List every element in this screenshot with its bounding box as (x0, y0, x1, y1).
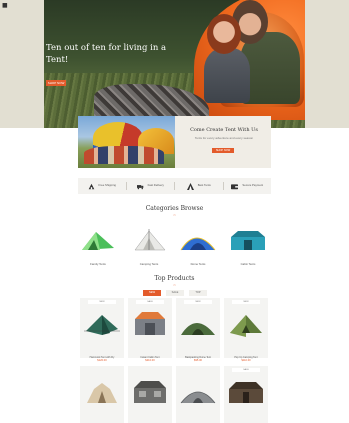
product-card[interactable]: NEW (224, 298, 268, 358)
left-side-panel: ■ (0, 0, 44, 128)
product-info: Instant Cabin Tent $210.00 (140, 356, 160, 362)
product-image (181, 323, 215, 335)
category-cabin-tents[interactable]: Cabin Tents (228, 228, 268, 266)
product-tabs: NEW SALE TOP (132, 290, 218, 296)
category-dome-tents[interactable]: Dome Tents (178, 228, 218, 266)
product-image (180, 391, 216, 404)
product-image (135, 312, 165, 335)
category-family-tents[interactable]: Family Tents (78, 228, 118, 266)
category-image (180, 237, 216, 251)
truck-icon (136, 184, 143, 189)
product-image (84, 315, 120, 335)
hero-shop-button[interactable]: SHOP NOW (46, 80, 66, 86)
menu-dot-icon[interactable]: ■ (2, 2, 8, 9)
feature-item: Best Tents (175, 182, 223, 190)
category-image (231, 231, 265, 250)
product-badge: SALE (232, 368, 260, 372)
product-info: Pop Up Camping Tent $110.00 (234, 356, 258, 362)
product-badge: NEW (232, 300, 260, 304)
tent-icon (186, 182, 194, 190)
tab-top[interactable]: TOP (189, 290, 207, 296)
tab-sale[interactable]: SALE (166, 290, 184, 296)
product-card[interactable]: SALE (224, 366, 268, 423)
product-image (87, 383, 117, 403)
category-image (134, 229, 166, 251)
title-ornament-icon: 〰 (172, 213, 176, 217)
product-badge: SALE (136, 300, 164, 304)
category-camping-tents[interactable]: Camping Tents (129, 228, 169, 266)
product-info: Backpacking Dome Tent $95.00 (185, 356, 211, 362)
hero-banner: Ten out of ten for living in a Tent! SHO… (44, 0, 305, 128)
product-image (230, 315, 262, 337)
product-card[interactable] (80, 366, 124, 423)
product-image (134, 381, 166, 403)
feature-item: Secure Payment (224, 183, 272, 190)
product-card[interactable]: NEW (80, 298, 124, 358)
title-ornament-icon: 〰 (172, 283, 176, 287)
product-badge: NEW (184, 300, 212, 304)
promo-image (78, 116, 175, 168)
promo-shop-button[interactable]: SHOP NOW (212, 148, 234, 153)
feature-item: Free Shipping (78, 183, 126, 190)
product-badge: NEW (88, 300, 116, 304)
promo-banner: Come Create Tent With Us Tents for every… (78, 116, 271, 168)
promo-title: Come Create Tent With Us (190, 127, 258, 133)
categories-title: Categories Browse (145, 205, 204, 212)
wallet-icon (231, 183, 239, 189)
right-side-panel (305, 0, 349, 128)
camp-icon (88, 183, 94, 189)
tab-new[interactable]: NEW (143, 290, 161, 296)
product-card[interactable] (128, 366, 172, 423)
category-image (82, 232, 114, 250)
features-bar: Free Shipping Fast Delivery Best Tents S… (78, 178, 271, 194)
product-image (229, 382, 263, 403)
product-info: Hammock Tent with Fly $120.00 (89, 356, 115, 362)
product-card[interactable]: SALE (128, 298, 172, 358)
hero-title: Ten out of ten for living in a Tent! (46, 43, 167, 65)
products-title: Top Products (154, 275, 195, 282)
promo-subtitle: Tents for every adventure and every seas… (194, 136, 254, 140)
product-card[interactable] (176, 366, 220, 423)
feature-item: Fast Delivery (127, 183, 175, 190)
product-card[interactable]: NEW (176, 298, 220, 358)
